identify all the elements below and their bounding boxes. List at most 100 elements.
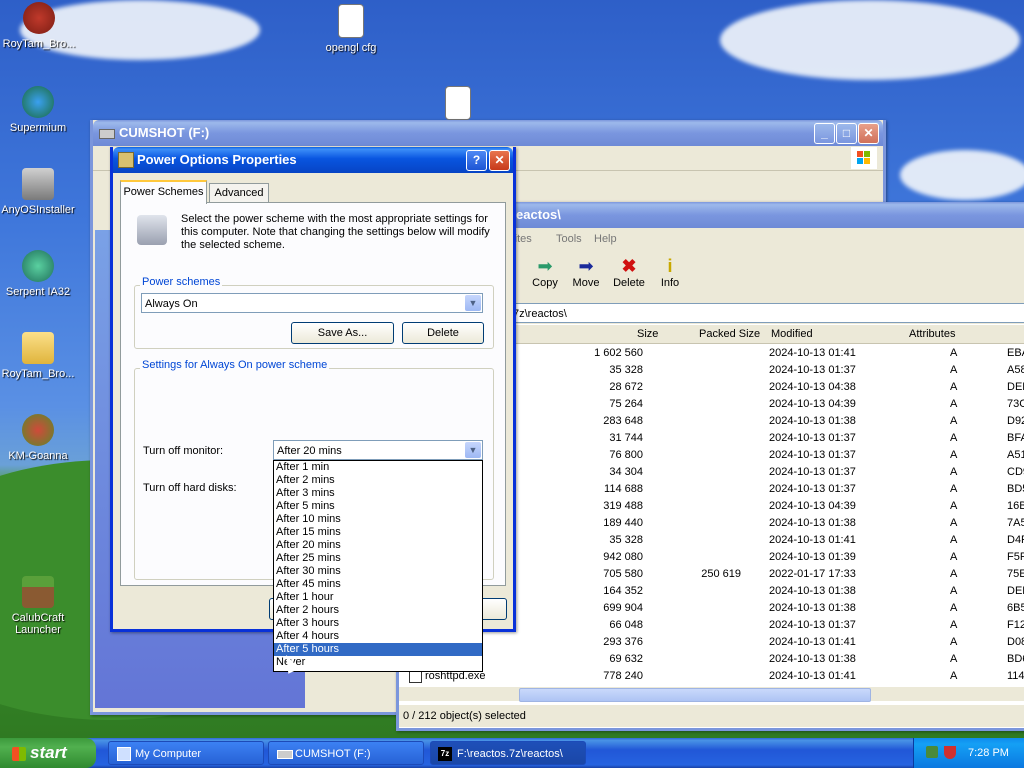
path-field[interactable]: 7z\reactos\ bbox=[509, 303, 1024, 323]
start-label: start bbox=[30, 743, 67, 762]
cell-crc: A58 bbox=[1007, 364, 1024, 376]
cell-crc: DED bbox=[1007, 381, 1024, 393]
dropdown-option[interactable]: After 5 mins bbox=[274, 500, 482, 513]
cell-size: 35 328 bbox=[609, 534, 643, 546]
dropdown-option[interactable]: After 45 mins bbox=[274, 578, 482, 591]
horizontal-scrollbar[interactable] bbox=[399, 687, 1024, 702]
desktop-icon-supermium[interactable]: Supermium bbox=[0, 86, 80, 134]
cell-crc: BD5 bbox=[1007, 483, 1024, 495]
dropdown-option[interactable]: After 1 hour bbox=[274, 591, 482, 604]
dropdown-option[interactable]: Never bbox=[274, 656, 482, 669]
menu-help[interactable]: Help bbox=[594, 228, 617, 250]
toolbar-copy-button[interactable]: ➡ Copy bbox=[523, 256, 567, 289]
dropdown-option[interactable]: After 3 hours bbox=[274, 617, 482, 630]
cell-size: 69 632 bbox=[609, 653, 643, 665]
system-tray: 7:28 PM bbox=[913, 738, 1024, 768]
network-icon[interactable] bbox=[926, 746, 938, 758]
dropdown-option[interactable]: After 1 min bbox=[274, 461, 482, 474]
dropdown-option[interactable]: After 4 hours bbox=[274, 630, 482, 643]
cell-crc: EBA bbox=[1007, 347, 1024, 359]
cell-modified: 2024-10-13 01:37 bbox=[769, 466, 856, 478]
cell-size: 699 904 bbox=[603, 602, 643, 614]
cell-attr: A bbox=[950, 585, 958, 597]
maximize-button[interactable]: □ bbox=[836, 123, 857, 144]
column-size[interactable]: Size bbox=[637, 325, 658, 343]
taskbar-item-label: F:\reactos.7z\reactos\ bbox=[457, 748, 563, 760]
cell-size: 114 688 bbox=[604, 483, 643, 495]
close-button[interactable]: ✕ bbox=[858, 123, 879, 144]
delete-button[interactable]: Delete bbox=[402, 322, 484, 344]
desktop-icon-km-goanna[interactable]: KM-Goanna bbox=[0, 414, 80, 462]
cell-size: 35 328 bbox=[609, 364, 643, 376]
tab-advanced[interactable]: Advanced bbox=[209, 183, 269, 203]
chevron-down-icon[interactable]: ▼ bbox=[465, 442, 481, 458]
monitor-timeout-select[interactable]: After 20 mins ▼ bbox=[273, 440, 483, 460]
scrollbar-thumb[interactable] bbox=[519, 688, 871, 702]
table-row[interactable]: 293 376 2024-10-13 01:41 A D08 bbox=[399, 634, 1024, 651]
cell-crc: D92 bbox=[1007, 415, 1024, 427]
minecraft-block-icon bbox=[22, 576, 54, 608]
toolbar-move-button[interactable]: ➡ Move bbox=[564, 256, 608, 289]
dropdown-option[interactable]: After 2 hours bbox=[274, 604, 482, 617]
desktop-icon-label: RoyTam_Bro... bbox=[1, 368, 75, 380]
taskbar-item-my-computer[interactable]: My Computer bbox=[108, 741, 264, 765]
cell-crc: F12 bbox=[1007, 619, 1024, 631]
desktop-icon-label: Supermium bbox=[9, 122, 67, 134]
cell-modified: 2024-10-13 01:37 bbox=[769, 483, 856, 495]
dropdown-option[interactable]: After 3 mins bbox=[274, 487, 482, 500]
desktop-icon-opengl-cfg[interactable]: opengl cfg bbox=[309, 4, 393, 54]
desktop-icon-label: CalubCraft Launcher bbox=[11, 612, 65, 636]
chevron-down-icon[interactable]: ▼ bbox=[465, 295, 481, 311]
cell-crc: BD6 bbox=[1007, 653, 1024, 665]
desktop-icon-serpent[interactable]: Serpent IA32 bbox=[0, 250, 80, 298]
cell-crc: D4F bbox=[1007, 534, 1024, 546]
cell-attr: A bbox=[950, 653, 958, 665]
dropdown-option[interactable]: After 2 mins bbox=[274, 474, 482, 487]
explorer-titlebar[interactable]: CUMSHOT (F:) _ □ ✕ bbox=[93, 120, 883, 146]
tab-power-schemes[interactable]: Power Schemes bbox=[120, 180, 207, 204]
cell-modified: 2024-10-13 01:41 bbox=[769, 347, 856, 359]
desktop-icon-anyosinstaller[interactable]: AnyOSInstaller bbox=[0, 168, 80, 216]
desktop-icon-roytam-folder[interactable]: RoyTam_Bro... bbox=[0, 332, 80, 380]
close-button[interactable]: ✕ bbox=[489, 150, 510, 171]
desktop-icon-calubcraft[interactable]: CalubCraft Launcher bbox=[0, 576, 80, 636]
column-modified[interactable]: Modified bbox=[771, 325, 813, 343]
clock[interactable]: 7:28 PM bbox=[968, 738, 1009, 768]
menu-tools[interactable]: Tools bbox=[556, 228, 582, 250]
dropdown-option[interactable]: After 25 mins bbox=[274, 552, 482, 565]
column-attributes[interactable]: Attributes bbox=[909, 325, 955, 343]
dropdown-option[interactable]: After 15 mins bbox=[274, 526, 482, 539]
cell-crc: 73C bbox=[1007, 398, 1024, 410]
column-packed-size[interactable]: Packed Size bbox=[699, 325, 760, 343]
monitor-timeout-dropdown[interactable]: After 1 min After 2 mins After 3 mins After… bbox=[273, 460, 483, 672]
cell-size: 76 800 bbox=[609, 449, 643, 461]
desktop-icon-roytam-browser[interactable]: RoyTam_Bro... bbox=[0, 2, 81, 50]
table-row[interactable]: e69 6322024-10-13 01:38ABD6 bbox=[399, 651, 1024, 668]
help-button[interactable]: ? bbox=[466, 150, 487, 171]
cell-size: 66 048 bbox=[609, 619, 643, 631]
dropdown-option[interactable]: After 5 hours bbox=[274, 643, 482, 656]
toolbar-delete-button[interactable]: ✖ Delete bbox=[607, 256, 651, 289]
cell-size: 942 080 bbox=[603, 551, 643, 563]
cell-attr: A bbox=[950, 568, 958, 580]
security-shield-icon[interactable] bbox=[944, 746, 956, 759]
table-row[interactable]: roshttpd.exe 778 240 2024-10-13 01:41 A 114 bbox=[399, 668, 1024, 685]
minimize-button[interactable]: _ bbox=[814, 123, 835, 144]
power-scheme-select[interactable]: Always On ▼ bbox=[141, 293, 483, 313]
cell-attr: A bbox=[950, 398, 958, 410]
cell-attr: A bbox=[950, 551, 958, 563]
toolbar-info-button[interactable]: i Info bbox=[648, 256, 692, 289]
desktop-icon-file[interactable] bbox=[416, 86, 500, 124]
dropdown-option[interactable]: After 10 mins bbox=[274, 513, 482, 526]
taskbar-item-7zip[interactable]: 7z F:\reactos.7z\reactos\ bbox=[430, 741, 586, 765]
cell-size: 75 264 bbox=[609, 398, 643, 410]
monitor-label: Turn off monitor: bbox=[143, 445, 224, 457]
dropdown-option[interactable]: After 20 mins bbox=[274, 539, 482, 552]
cell-crc: A51 bbox=[1007, 449, 1024, 461]
save-as-button[interactable]: Save As... bbox=[291, 322, 394, 344]
dialog-titlebar[interactable]: Power Options Properties ? ✕ bbox=[113, 147, 513, 173]
start-button[interactable]: start bbox=[0, 738, 96, 768]
dropdown-option[interactable]: After 30 mins bbox=[274, 565, 482, 578]
cell-packed: 250 619 bbox=[701, 568, 741, 580]
taskbar-item-cumshot[interactable]: CUMSHOT (F:) bbox=[268, 741, 424, 765]
